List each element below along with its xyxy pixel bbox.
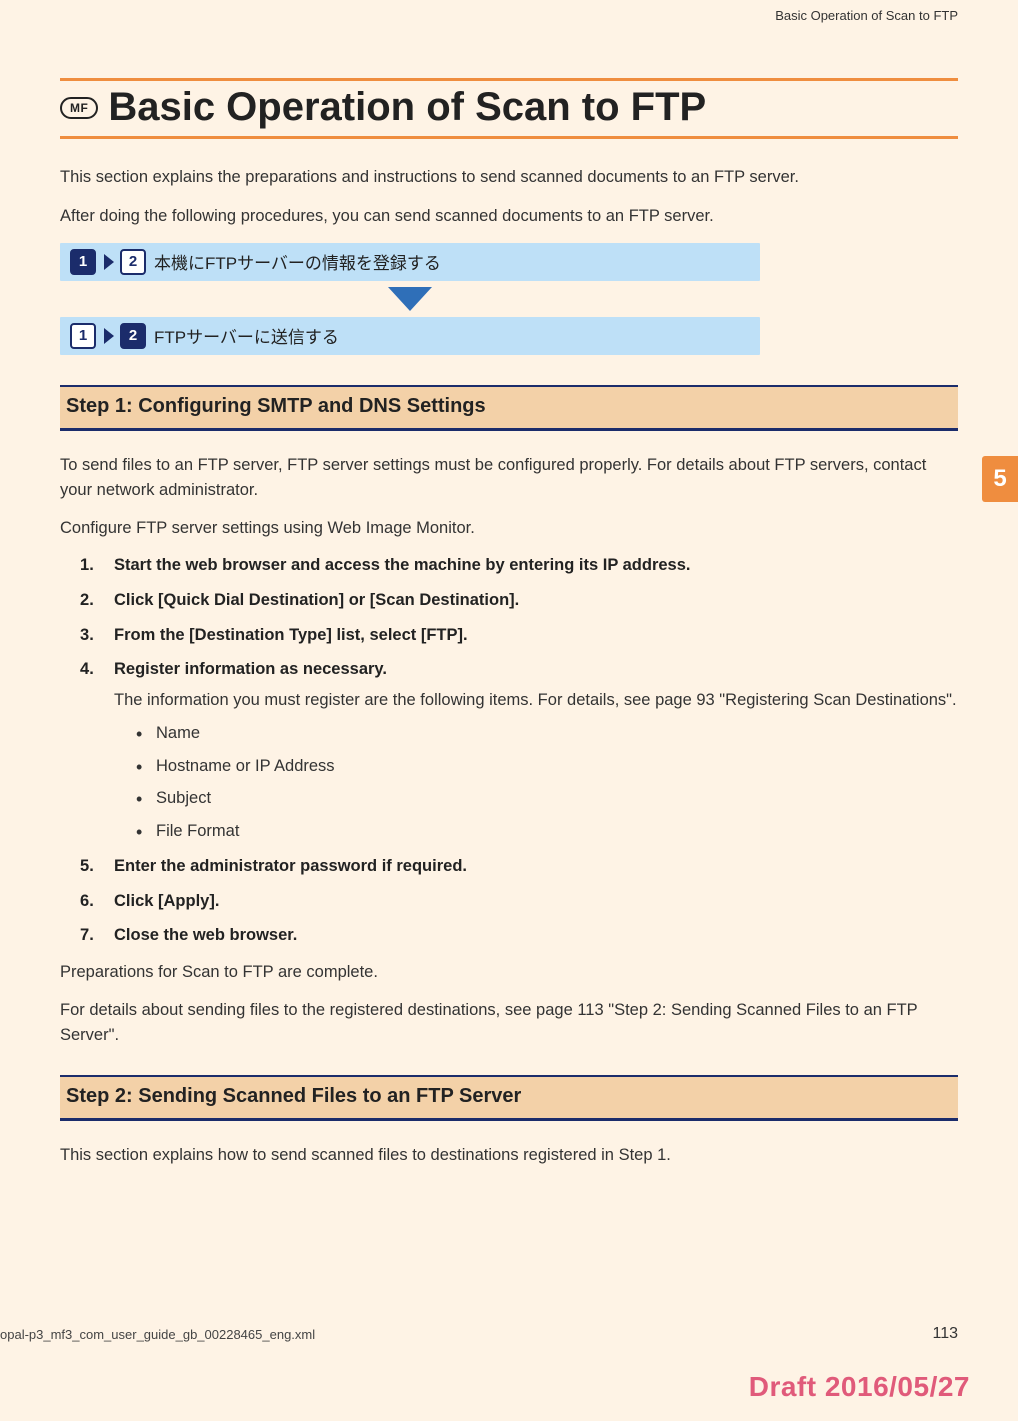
flow-step: 1 2 本機にFTPサーバーの情報を登録する bbox=[60, 243, 760, 281]
step-text: Close the web browser. bbox=[114, 926, 297, 944]
step-item: Register information as necessary. The i… bbox=[80, 657, 958, 844]
body-paragraph: Configure FTP server settings using Web … bbox=[60, 516, 958, 542]
body-paragraph: To send files to an FTP server, FTP serv… bbox=[60, 453, 958, 504]
step-item: From the [Destination Type] list, select… bbox=[80, 623, 958, 648]
chapter-tab: 5 bbox=[982, 456, 1018, 502]
section-heading: Step 2: Sending Scanned Files to an FTP … bbox=[60, 1075, 958, 1121]
step-item: Click [Quick Dial Destination] or [Scan … bbox=[80, 588, 958, 613]
page-title-row: MF Basic Operation of Scan to FTP bbox=[60, 78, 958, 139]
flow-step: 1 2 FTPサーバーに送信する bbox=[60, 317, 760, 355]
step-item: Close the web browser. bbox=[80, 923, 958, 948]
bullet-item: Subject bbox=[136, 786, 958, 811]
step-text: Register information as necessary. bbox=[114, 660, 387, 678]
bullet-item: Hostname or IP Address bbox=[136, 754, 958, 779]
step-item: Click [Apply]. bbox=[80, 889, 958, 914]
flow-diagram: 1 2 本機にFTPサーバーの情報を登録する 1 2 FTPサーバーに送信する bbox=[60, 243, 958, 355]
mf-badge-icon: MF bbox=[60, 97, 98, 119]
running-header: Basic Operation of Scan to FTP bbox=[775, 8, 958, 23]
page-number: 113 bbox=[932, 1325, 958, 1343]
flow-step-label: FTPサーバーに送信する bbox=[154, 323, 339, 348]
bullet-item: File Format bbox=[136, 819, 958, 844]
intro-paragraph: This section explains the preparations a… bbox=[60, 165, 958, 190]
intro-paragraph: After doing the following procedures, yo… bbox=[60, 204, 958, 229]
page-title: Basic Operation of Scan to FTP bbox=[108, 85, 706, 130]
step-text: Click [Quick Dial Destination] or [Scan … bbox=[114, 591, 519, 609]
body-paragraph: This section explains how to send scanne… bbox=[60, 1143, 958, 1169]
bullet-item: Name bbox=[136, 721, 958, 746]
chevron-right-icon bbox=[104, 328, 114, 344]
source-filename: opal-p3_mf3_com_user_guide_gb_00228465_e… bbox=[0, 1327, 315, 1342]
step-text: From the [Destination Type] list, select… bbox=[114, 626, 468, 644]
flow-step-label: 本機にFTPサーバーの情報を登録する bbox=[154, 249, 441, 274]
bullet-list: Name Hostname or IP Address Subject File… bbox=[136, 721, 958, 844]
flow-number-icon: 1 bbox=[70, 323, 96, 349]
body-paragraph: For details about sending files to the r… bbox=[60, 998, 958, 1049]
step-item: Start the web browser and access the mac… bbox=[80, 553, 958, 578]
arrow-down-icon bbox=[388, 287, 432, 311]
flow-number-icon: 2 bbox=[120, 249, 146, 275]
flow-number-icon: 1 bbox=[70, 249, 96, 275]
step-text: Start the web browser and access the mac… bbox=[114, 556, 690, 574]
draft-stamp: Draft 2016/05/27 bbox=[749, 1371, 970, 1403]
step-text: Enter the administrator password if requ… bbox=[114, 857, 467, 875]
step-description: The information you must register are th… bbox=[114, 688, 958, 713]
step-text: Click [Apply]. bbox=[114, 892, 219, 910]
body-paragraph: Preparations for Scan to FTP are complet… bbox=[60, 960, 958, 986]
step-item: Enter the administrator password if requ… bbox=[80, 854, 958, 879]
down-arrow-wrap bbox=[60, 281, 760, 317]
chevron-right-icon bbox=[104, 254, 114, 270]
section-heading: Step 1: Configuring SMTP and DNS Setting… bbox=[60, 385, 958, 431]
footer: opal-p3_mf3_com_user_guide_gb_00228465_e… bbox=[0, 1325, 1018, 1343]
ordered-steps: Start the web browser and access the mac… bbox=[80, 553, 958, 948]
flow-number-icon: 2 bbox=[120, 323, 146, 349]
